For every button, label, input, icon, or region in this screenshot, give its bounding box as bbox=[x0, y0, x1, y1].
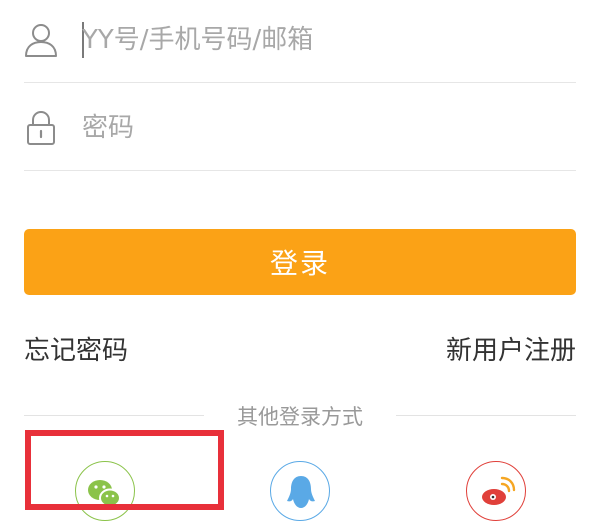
user-icon bbox=[25, 24, 57, 57]
lock-icon bbox=[27, 110, 55, 145]
other-login-divider: 其他登录方式 bbox=[24, 400, 576, 430]
weibo-icon bbox=[482, 476, 516, 505]
username-input[interactable] bbox=[82, 20, 576, 60]
other-login-label: 其他登录方式 bbox=[237, 405, 363, 429]
password-input[interactable] bbox=[82, 108, 576, 148]
register-link[interactable]: 新用户注册 bbox=[446, 330, 576, 367]
weibo-login-button[interactable] bbox=[466, 461, 526, 521]
password-field-row bbox=[24, 82, 576, 171]
login-button[interactable]: 登录 bbox=[24, 229, 576, 295]
username-field-row bbox=[24, 0, 576, 83]
divider-line-right bbox=[396, 415, 576, 416]
qq-icon bbox=[287, 476, 315, 508]
forgot-password-link[interactable]: 忘记密码 bbox=[24, 330, 128, 367]
qq-login-button[interactable] bbox=[270, 461, 330, 521]
highlight-box bbox=[25, 430, 224, 510]
